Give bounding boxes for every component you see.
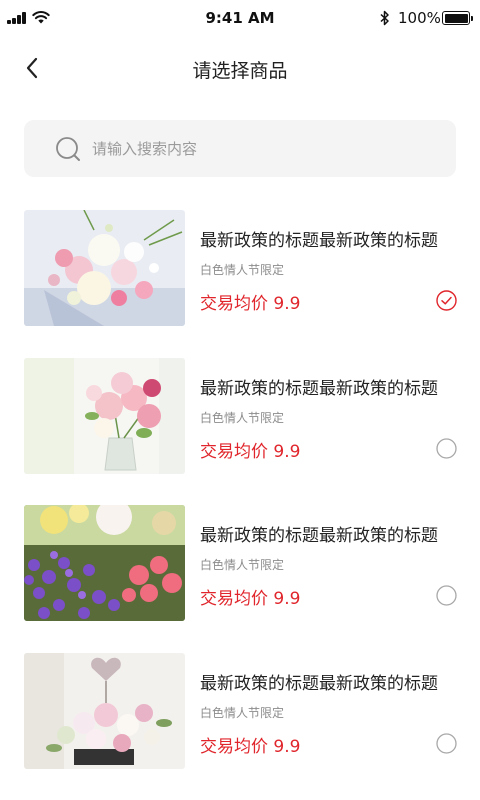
search-bar[interactable] — [24, 120, 456, 177]
status-bar: 9:41 AM 100% — [0, 0, 480, 40]
page-title: 请选择商品 — [192, 60, 288, 82]
checkmark-circle-icon[interactable] — [436, 290, 457, 311]
product-title: 最新政策的标题最新政策的标题 — [200, 526, 438, 546]
navigation-bar: 请选择商品 — [0, 44, 480, 92]
radio-unchecked-icon[interactable] — [436, 437, 457, 459]
product-price: 交易均价 9.9 — [200, 589, 301, 609]
product-image-flower-field — [24, 505, 185, 621]
search-input[interactable] — [92, 120, 432, 177]
product-tag: 白色情人节限定 — [200, 263, 285, 277]
product-item[interactable]: 最新政策的标题最新政策的标题 白色情人节限定 交易均价 9.9 — [0, 357, 480, 506]
battery-percent: 100% — [398, 9, 441, 27]
product-price: 交易均价 9.9 — [200, 294, 301, 314]
product-price: 交易均价 9.9 — [200, 736, 301, 757]
product-tag: 白色情人节限定 — [200, 705, 285, 720]
radio-unchecked-icon[interactable] — [436, 732, 457, 754]
product-price: 交易均价 9.9 — [200, 441, 301, 462]
product-list: 最新政策的标题最新政策的标题 白色情人节限定 交易均价 9.9 最新政策的标题最… — [0, 210, 480, 800]
battery-icon — [442, 11, 473, 25]
bluetooth-icon — [380, 10, 389, 26]
product-tag: 白色情人节限定 — [200, 558, 285, 572]
product-image-bouquet — [24, 210, 185, 326]
product-title: 最新政策的标题最新政策的标题 — [200, 673, 438, 694]
product-tag: 白色情人节限定 — [200, 410, 285, 425]
search-icon — [56, 137, 80, 161]
product-title: 最新政策的标题最新政策的标题 — [200, 378, 438, 399]
product-item[interactable]: 最新政策的标题最新政策的标题 白色情人节限定 交易均价 9.9 — [0, 652, 480, 800]
product-image-flower-basket — [24, 652, 185, 769]
product-image-vase-flowers — [24, 357, 185, 474]
product-item[interactable]: 最新政策的标题最新政策的标题 白色情人节限定 交易均价 9.9 — [0, 210, 480, 358]
product-title: 最新政策的标题最新政策的标题 — [200, 231, 438, 251]
radio-unchecked-icon[interactable] — [436, 585, 457, 606]
product-item[interactable]: 最新政策的标题最新政策的标题 白色情人节限定 交易均价 9.9 — [0, 505, 480, 653]
